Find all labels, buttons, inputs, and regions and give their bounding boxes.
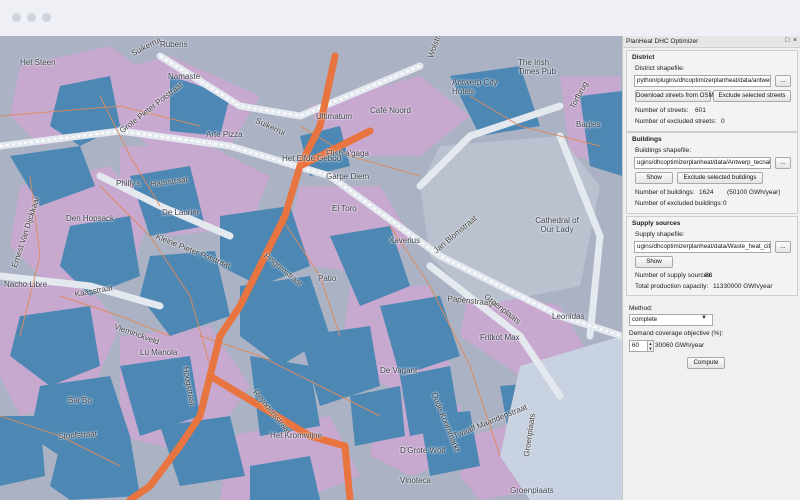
supply-browse-button[interactable]: ... [775,241,791,253]
compute-button[interactable]: Compute [687,357,725,369]
poi-patio: Patio [318,274,337,283]
poi-lu-manola: Lu Manola [140,348,178,357]
buildings-shapefile-label: Buildings shapefile: [635,147,692,154]
poi-arte-pizza: Arte Pizza [206,130,243,139]
capacity-value: 11330000 GWh/year [713,283,773,290]
panel-title: PlanHeat DHC Optimizer [626,38,699,45]
num-excluded-streets-value: 0 [721,118,725,125]
poi-rubens: Rubens [160,40,188,49]
num-buildings-label: Number of buildings: [635,189,695,196]
poi-ultimatum: Ultimatum [316,112,353,121]
buildings-demand-value: (50100 GWh/year) [727,189,781,196]
map-canvas[interactable]: Het Steen Rubens Namaste Arte Pizza Phil… [0,36,622,500]
num-supply-label: Number of supply sources: [635,272,713,279]
poi-het-kromwijne: Het Kromwijne [270,431,323,440]
district-shapefile-label: District shapefile: [635,65,685,72]
poi-xaverius: Xaverius [389,236,421,245]
buildings-browse-button[interactable]: ... [775,157,791,169]
num-excluded-buildings-value: 0 [723,200,727,207]
exclude-streets-button[interactable]: Exclude selected streets [713,90,791,102]
coverage-label: Demand coverage objective (%): [629,330,724,337]
poi-groenplaats: Groenplaats [510,486,554,495]
buildings-group: Buildings Buildings shapefile: ugins/dhc… [626,132,798,214]
spin-arrows-icon[interactable]: ▲ ▼ [647,340,654,352]
supply-group: Supply sources Supply shapefile: ugins/d… [626,216,798,296]
poi-de-vagant: De Vagant [380,366,418,375]
supply-shapefile-label: Supply shapefile: [635,231,685,238]
num-buildings-value: 1624 [699,189,714,196]
poi-namaste: Namaste [168,72,201,81]
supply-title: Supply sources [632,220,681,227]
poi-het-elfde-gebod: Het Elfde Gebod [282,154,342,163]
poi-fritkot-max: Fritkot Max [480,333,520,342]
window-close-dot[interactable] [12,13,21,22]
float-icon[interactable]: □ [785,37,789,44]
district-browse-button[interactable]: ... [775,75,791,87]
poi-garpe-diem: Garpe Diem [326,172,370,181]
num-excluded-streets-label: Number of excluded streets: [635,118,717,125]
district-title: District [632,54,655,61]
poi-de-laurier: De Laurier [162,208,200,217]
window-titlebar [0,0,800,37]
poi-vinoteca: Vinoteca [400,476,431,485]
capacity-label: Total production capacity: [635,283,709,290]
poi-irish-times-pub: The Irish Times Pub [518,58,556,76]
poi-barbo: Bar'Bo [68,396,92,405]
poi-antwerp-city-hotels: Antwerp City Hotels [452,78,498,96]
poi-het-steen: Het Steen [20,58,56,67]
exclude-buildings-button[interactable]: Exclude selected buildings [677,172,763,184]
district-group: District District shapefile: python/plug… [626,50,798,132]
num-streets-value: 601 [695,107,706,114]
coverage-spinbox[interactable]: 60 [629,340,649,352]
num-streets-label: Number of streets: [635,107,689,114]
buildings-title: Buildings [632,136,662,143]
poi-grote-wolf: D'Grote Wolf [400,446,446,455]
supply-show-button[interactable]: Show [635,256,673,268]
poi-cafe-noord: Café Noord [370,106,411,115]
num-supply-value: 86 [705,272,713,279]
app-frame: Het Steen Rubens Namaste Arte Pizza Phil… [0,0,800,500]
window-maximize-dot[interactable] [42,13,51,22]
download-streets-button[interactable]: Download streets from OSM [635,90,714,102]
coverage-result: 30060 GWh/year [655,342,705,349]
buildings-show-button[interactable]: Show [635,172,673,184]
poi-nacho-libre: Nacho Libre [4,280,48,289]
poi-el-toro: El Toro [332,204,357,213]
poi-bagles: Bagles [576,120,601,129]
panel-titlebar: PlanHeat DHC Optimizer □ × [623,36,800,48]
method-label: Method: [629,305,653,312]
district-shapefile-input[interactable]: python/plugins/dhcoptimizerplanheat/data… [634,75,771,87]
poi-cathedral: Cathedral of Our Lady [535,216,579,234]
poi-den-hopsack: Den Hopsack [66,214,115,223]
num-excluded-buildings-label: Number of excluded buildings: [635,200,723,207]
poi-leonidas: Leonidas [552,312,585,321]
window-minimize-dot[interactable] [27,13,36,22]
poi-phillys: Philly's [116,179,141,188]
close-icon[interactable]: × [793,37,797,44]
supply-shapefile-input[interactable]: ugins/dhcoptimizerplanheat/data/Waste_he… [634,241,771,253]
optimizer-panel: PlanHeat DHC Optimizer □ × District Dist… [622,36,800,500]
buildings-shapefile-input[interactable]: ugins/dhcoptimizerplanheat/data/Antwerp_… [634,157,771,169]
chevron-down-icon[interactable]: ▼ [701,315,707,321]
